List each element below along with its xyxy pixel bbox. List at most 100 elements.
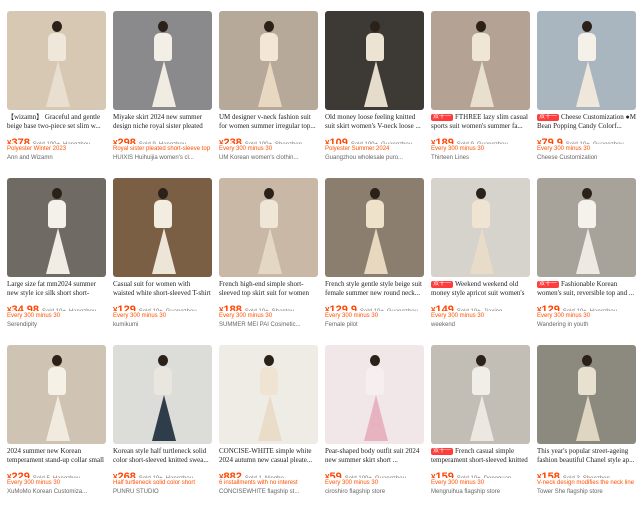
sold-count: Sold 1: [245, 476, 262, 478]
product-title[interactable]: French high-end simple short-sleeved top…: [219, 280, 318, 298]
price-row: ¥378Sold 100+Hangzhou: [7, 133, 106, 144]
product-card[interactable]: Large size fat mm2024 summer new style i…: [7, 178, 106, 339]
store-name[interactable]: Tower She flagship store: [537, 488, 636, 496]
price: ¥129.9: [325, 304, 357, 311]
product-card[interactable]: 双十一 Weekend weekend old money style apric…: [431, 178, 530, 339]
product-title[interactable]: Korean style half turtleneck solid color…: [113, 447, 212, 465]
store-name[interactable]: HUIXIS Huihuijia women's cl...: [113, 154, 212, 162]
product-image[interactable]: [219, 345, 318, 444]
product-card[interactable]: 双十一 Fashionable Korean women's suit, reve…: [537, 178, 636, 339]
product-title[interactable]: 双十一 Fashionable Korean women's suit, reve…: [537, 280, 636, 298]
product-card[interactable]: 双十一 French casual simple temperament shor…: [431, 345, 530, 506]
product-image[interactable]: [537, 11, 636, 110]
store-name[interactable]: Mengruihua flagship store: [431, 488, 530, 496]
product-image[interactable]: [219, 178, 318, 277]
location: Hangzhou: [53, 476, 80, 478]
product-card[interactable]: 2024 summer new Korean temperament stand…: [7, 345, 106, 506]
product-title[interactable]: Casual suit for women with waisted white…: [113, 280, 212, 298]
product-image[interactable]: [537, 345, 636, 444]
product-card[interactable]: Casual suit for women with waisted white…: [113, 178, 212, 339]
product-card[interactable]: UM designer v-neck fashion suit for wome…: [219, 11, 318, 172]
product-title[interactable]: 2024 summer new Korean temperament stand…: [7, 447, 106, 465]
store-name[interactable]: Cheese Customization: [537, 154, 636, 162]
product-card[interactable]: French style gentle style beige suit fem…: [325, 178, 424, 339]
product-title[interactable]: French style gentle style beige suit fem…: [325, 280, 424, 298]
store-name[interactable]: Wandering in youth: [537, 321, 636, 329]
store-name[interactable]: Ann and Wizamn: [7, 154, 106, 162]
promo-text: V-neck design modifies the neck line: [537, 480, 635, 486]
store-name[interactable]: ciroshiro flagship store: [325, 488, 424, 496]
product-image[interactable]: [325, 345, 424, 444]
product-card[interactable]: 双十一 Cheese Customization ●M Bean Popping …: [537, 11, 636, 172]
product-image[interactable]: [113, 178, 212, 277]
product-image[interactable]: [431, 11, 530, 110]
store-name[interactable]: Thirteen Lines: [431, 154, 530, 162]
product-image[interactable]: [7, 178, 106, 277]
promo-tag: 双十一: [431, 281, 454, 288]
product-title[interactable]: This year's popular street-ageing fashio…: [537, 447, 636, 465]
product-card[interactable]: Old money loose feeling knitted suit ski…: [325, 11, 424, 172]
price-row: ¥189Sold 9Guangzhou: [431, 133, 530, 144]
model-figure: [363, 188, 388, 274]
product-image[interactable]: [325, 11, 424, 110]
price: ¥34.98: [7, 304, 39, 311]
store-name[interactable]: UM Korean women's clothin...: [219, 154, 318, 162]
promo-text: Half turtleneck solid color short: [113, 480, 196, 486]
product-title[interactable]: UM designer v-neck fashion suit for wome…: [219, 113, 318, 131]
store-name[interactable]: Guangzhou wholesale puro...: [325, 154, 424, 162]
product-card[interactable]: CONCISE-WHITE simple white 2024 autumn n…: [219, 345, 318, 506]
product-image[interactable]: [431, 345, 530, 444]
model-figure: [45, 21, 70, 107]
product-card[interactable]: French high-end simple short-sleeved top…: [219, 178, 318, 339]
product-title[interactable]: Pear-shaped body outfit suit 2024 new su…: [325, 447, 424, 465]
product-image[interactable]: [537, 178, 636, 277]
model-figure: [257, 21, 282, 107]
location: Hangzhou: [69, 309, 96, 311]
product-image[interactable]: [219, 11, 318, 110]
store-name[interactable]: SUMMER MEI PAI Cosmetic...: [219, 321, 318, 329]
product-title[interactable]: Miyake skirt 2024 new summer design nich…: [113, 113, 212, 131]
product-image[interactable]: [325, 178, 424, 277]
product-title[interactable]: Old money loose feeling knitted suit ski…: [325, 113, 424, 131]
location: Hangzhou: [63, 142, 90, 144]
product-title[interactable]: 双十一 Cheese Customization ●M Bean Popping …: [537, 113, 636, 131]
product-card[interactable]: 【wizamn】 Graceful and gentle beige base …: [7, 11, 106, 172]
sold-count: Sold 10+: [563, 309, 587, 311]
price-row: ¥882Sold 1Ningbo: [219, 467, 318, 478]
product-title[interactable]: 双十一 Weekend weekend old money style apric…: [431, 280, 530, 298]
product-card[interactable]: Miyake skirt 2024 new summer design nich…: [113, 11, 212, 172]
sold-count: Sold 100+: [245, 142, 272, 144]
sold-count: Sold 5: [33, 476, 50, 478]
model-figure: [575, 21, 600, 107]
store-name[interactable]: CONCISEWHITE flagship st...: [219, 488, 318, 496]
product-card[interactable]: Korean style half turtleneck solid color…: [113, 345, 212, 506]
price: ¥109: [325, 137, 348, 144]
model-figure: [257, 355, 282, 441]
product-card[interactable]: Pear-shaped body outfit suit 2024 new su…: [325, 345, 424, 506]
location: Shantou: [272, 309, 294, 311]
product-image[interactable]: [431, 178, 530, 277]
price: ¥149: [431, 304, 454, 311]
product-image[interactable]: [7, 11, 106, 110]
store-name[interactable]: Serendipity: [7, 321, 106, 329]
product-image[interactable]: [7, 345, 106, 444]
price: ¥79.9: [537, 137, 563, 144]
product-card[interactable]: This year's popular street-ageing fashio…: [537, 345, 636, 506]
product-title[interactable]: CONCISE-WHITE simple white 2024 autumn n…: [219, 447, 318, 465]
store-name[interactable]: PUNRU STUDIO: [113, 488, 212, 496]
price: ¥158: [537, 471, 560, 478]
location: Dongguan: [484, 476, 512, 478]
product-title[interactable]: 【wizamn】 Graceful and gentle beige base …: [7, 113, 106, 131]
product-title[interactable]: Large size fat mm2024 summer new style i…: [7, 280, 106, 298]
store-name[interactable]: kumikumi: [113, 321, 212, 329]
product-title[interactable]: 双十一 French casual simple temperament shor…: [431, 447, 530, 465]
store-name[interactable]: weekend: [431, 321, 530, 329]
product-card[interactable]: 双十一 FTHREE lazy slim casual sports suit w…: [431, 11, 530, 172]
store-name[interactable]: XuMoMo Korean Customiza...: [7, 488, 106, 496]
store-name[interactable]: Female pilot: [325, 321, 424, 329]
product-image[interactable]: [113, 345, 212, 444]
promo-text: Every 300 minus 30: [7, 313, 61, 319]
product-image[interactable]: [113, 11, 212, 110]
product-title[interactable]: 双十一 FTHREE lazy slim casual sports suit w…: [431, 113, 530, 131]
sold-count: Sold 10+: [245, 309, 269, 311]
